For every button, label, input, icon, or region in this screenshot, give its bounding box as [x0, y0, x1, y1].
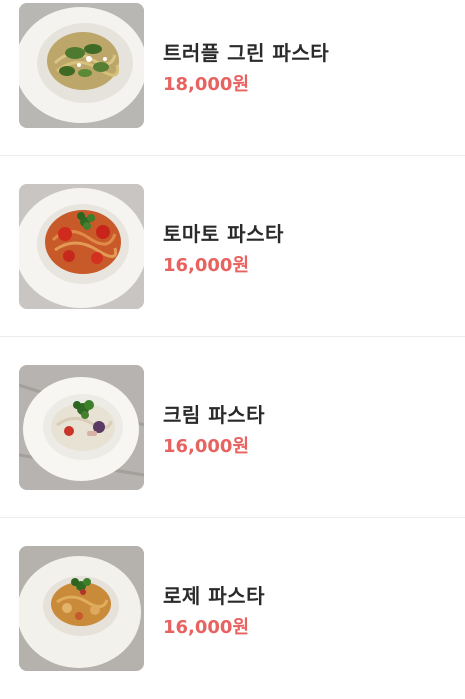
- pasta-rose-image: [19, 546, 144, 671]
- menu-item-price: 16,000원: [163, 617, 250, 638]
- menu-item-price: 18,000원: [163, 74, 250, 95]
- menu-item-tomato-pasta[interactable]: 토마토 파스타 16,000원: [0, 156, 465, 337]
- menu-item-price: 16,000원: [163, 255, 250, 276]
- menu-item-truffle-green-pasta[interactable]: 트러플 그린 파스타 18,000원: [0, 0, 465, 156]
- pasta-tomato-image: [19, 184, 144, 309]
- menu-item-name: 크림 파스타: [163, 403, 265, 427]
- menu-item-name: 로제 파스타: [163, 584, 265, 608]
- menu-item-name: 트러플 그린 파스타: [163, 41, 330, 65]
- menu-item-price: 16,000원: [163, 436, 250, 457]
- pasta-cream-image: [19, 365, 144, 490]
- pasta-green-image: [19, 3, 144, 128]
- menu-item-cream-pasta[interactable]: 크림 파스타 16,000원: [0, 337, 465, 518]
- menu-item-rose-pasta[interactable]: 로제 파스타 16,000원: [0, 518, 465, 699]
- menu-item-name: 토마토 파스타: [163, 222, 284, 246]
